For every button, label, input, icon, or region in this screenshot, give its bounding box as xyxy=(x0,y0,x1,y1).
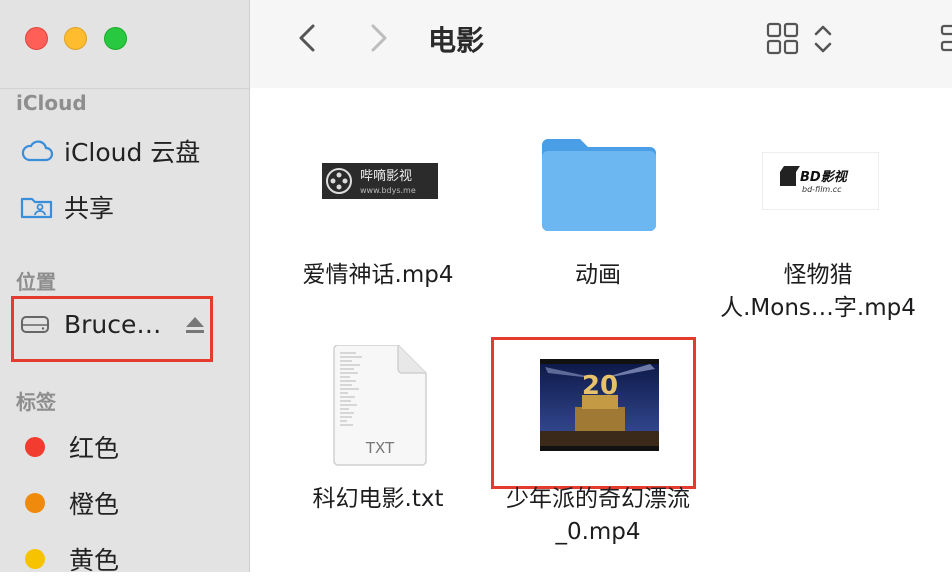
thumb-url: bd-film.cc xyxy=(802,185,842,194)
sidebar-item-icloud-drive[interactable]: iCloud 云盘 xyxy=(20,133,200,169)
back-button[interactable] xyxy=(290,20,326,56)
file-item[interactable]: 动画 xyxy=(498,259,698,292)
view-mode-button[interactable] xyxy=(766,22,800,60)
file-item[interactable]: 科幻电影.txt xyxy=(278,483,478,516)
file-grid: 哔嘀影视 www.bdys.me 爱情神话.mp4 动画 BD影视 bd-fil… xyxy=(250,88,952,572)
zoom-window-button[interactable] xyxy=(104,27,127,50)
grid-view-icon xyxy=(766,22,799,55)
highlight-box-video xyxy=(491,337,696,489)
sidebar-item-label: 共享 xyxy=(64,194,115,223)
shared-folder-icon xyxy=(20,192,54,222)
sidebar-item-tag-red[interactable]: 红色 xyxy=(20,429,119,465)
up-down-chevron-icon xyxy=(814,25,832,53)
file-name: 动画 xyxy=(575,262,621,288)
window-title: 电影 xyxy=(428,24,485,57)
sidebar-item-label: 红色 xyxy=(69,434,120,463)
highlight-box-drive xyxy=(11,296,213,362)
list-group-icon xyxy=(940,24,952,52)
thumb-brand: BD影视 xyxy=(800,169,849,185)
thumb-url: www.bdys.me xyxy=(360,186,416,195)
sidebar-item-label: iCloud 云盘 xyxy=(64,138,201,167)
yellow-tag-dot-icon xyxy=(25,549,45,569)
file-item[interactable]: 怪物猎 人.Mons…字.mp4 xyxy=(718,259,918,325)
sidebar-divider xyxy=(0,88,249,89)
section-heading-locations: 位置 xyxy=(16,270,56,294)
chevron-right-icon xyxy=(371,24,387,52)
file-name: 爱情神话.mp4 xyxy=(302,262,454,288)
toolbar xyxy=(250,0,952,88)
text-document-icon[interactable]: TXT xyxy=(332,344,428,471)
chevron-left-icon xyxy=(299,24,315,52)
file-name: 科幻电影.txt xyxy=(312,486,444,512)
orange-tag-dot-icon xyxy=(25,493,45,513)
file-item[interactable]: 爱情神话.mp4 xyxy=(278,259,478,292)
sidebar-item-label: 橙色 xyxy=(69,490,120,519)
sort-button[interactable] xyxy=(812,22,834,60)
file-name-line: 少年派的奇幻漂流 xyxy=(506,486,690,512)
sidebar: iCloud iCloud 云盘 共享 位置 Bruce… 标签 红色 橙色 黄… xyxy=(0,0,250,575)
folder-icon[interactable] xyxy=(540,131,658,237)
section-heading-tags: 标签 xyxy=(16,390,56,414)
minimize-window-button[interactable] xyxy=(64,27,87,50)
video-thumbnail[interactable]: BD影视 bd-film.cc xyxy=(761,151,880,214)
section-heading-icloud: iCloud xyxy=(16,91,87,115)
file-extension-label: TXT xyxy=(365,439,395,457)
close-window-button[interactable] xyxy=(25,27,48,50)
file-name-line: _0.mp4 xyxy=(555,519,641,545)
thumb-brand: 哔嘀影视 xyxy=(360,169,412,184)
red-tag-dot-icon xyxy=(25,437,45,457)
group-button[interactable] xyxy=(940,22,952,60)
file-item[interactable]: 少年派的奇幻漂流 _0.mp4 xyxy=(498,483,698,549)
cloud-icon xyxy=(20,136,54,166)
file-name-line: 怪物猎 xyxy=(783,262,853,288)
sidebar-item-tag-orange[interactable]: 橙色 xyxy=(20,485,119,521)
video-thumbnail[interactable]: 哔嘀影视 www.bdys.me xyxy=(322,163,438,203)
forward-button[interactable] xyxy=(360,20,396,56)
sidebar-item-shared[interactable]: 共享 xyxy=(20,189,114,225)
file-name-line: 人.Mons…字.mp4 xyxy=(720,295,916,321)
